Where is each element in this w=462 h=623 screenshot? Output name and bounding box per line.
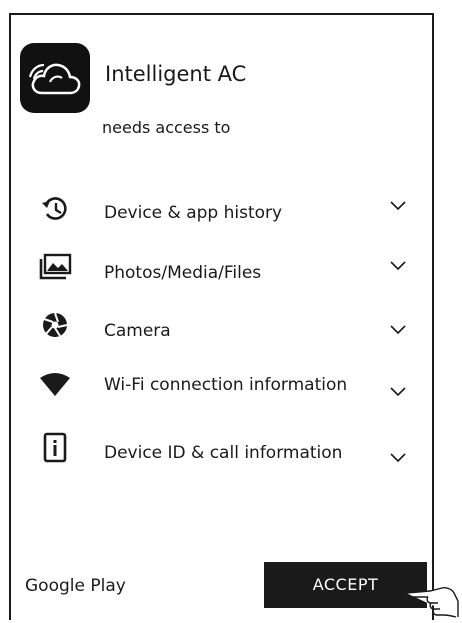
access-subtitle: needs access to — [102, 118, 231, 137]
camera-shutter-icon — [43, 312, 68, 337]
cloud-wifi-icon — [28, 63, 81, 95]
wifi-icon — [40, 373, 70, 396]
permission-label: Photos/Media/Files — [104, 263, 262, 283]
app-name: Intelligent AC — [105, 62, 247, 86]
chevron-down-icon[interactable] — [388, 196, 408, 216]
permission-label: Camera — [104, 321, 171, 341]
chevron-down-icon[interactable] — [388, 448, 408, 468]
history-icon — [42, 197, 67, 220]
accept-button[interactable]: ACCEPT — [264, 562, 427, 608]
chevron-down-icon[interactable] — [388, 320, 408, 340]
chevron-down-icon[interactable] — [388, 382, 408, 402]
google-play-label: Google Play — [25, 576, 126, 596]
permission-label: Wi-Fi connection information — [104, 375, 348, 395]
app-icon — [20, 43, 90, 113]
permission-label: Device & app history — [104, 203, 283, 223]
chevron-down-icon[interactable] — [388, 256, 408, 276]
photo-icon — [39, 253, 72, 280]
pointing-hand-icon — [404, 587, 459, 618]
phone-info-icon — [43, 432, 67, 463]
permission-label: Device ID & call information — [104, 443, 343, 463]
